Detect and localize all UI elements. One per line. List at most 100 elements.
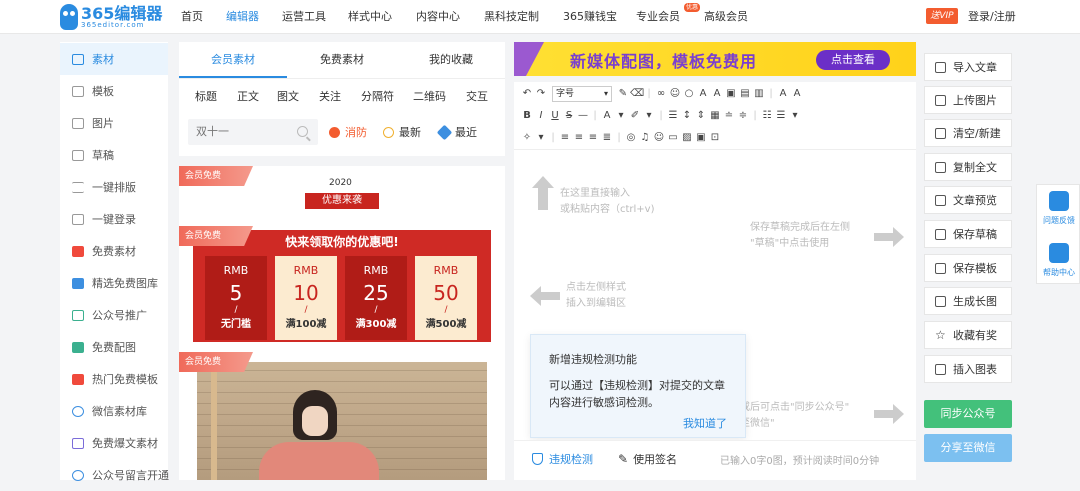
indent-icon[interactable]: ☰ [666, 106, 680, 126]
sidebar-item-article[interactable]: 免费爆文素材 [60, 427, 168, 459]
font-color-icon[interactable]: A [600, 106, 614, 126]
search-icon[interactable] [297, 126, 308, 137]
sidebar-item-format[interactable]: 一键排版 [60, 171, 168, 203]
filter-fire[interactable]: 消防 [329, 124, 367, 140]
underline-icon[interactable]: U [548, 106, 562, 126]
font-size-select[interactable]: 字号 ▾ [552, 86, 612, 102]
paragraph-after-icon[interactable]: ≑ [736, 106, 750, 126]
paragraph-before-icon[interactable]: ≐ [722, 106, 736, 126]
help-label[interactable]: 帮助中心 [1037, 267, 1080, 278]
sidebar-item-promote[interactable]: 公众号推广 [60, 299, 168, 331]
align-left-icon[interactable]: ≡ [558, 128, 572, 148]
nav-editor[interactable]: 编辑器 [226, 0, 259, 34]
tab-favorites[interactable]: 我的收藏 [397, 42, 505, 78]
clear-new-button[interactable]: 清空/新建 [924, 119, 1012, 147]
sidebar-item-login[interactable]: 一键登录 [60, 203, 168, 235]
target-icon[interactable]: ◎ [624, 128, 638, 148]
category-body[interactable]: 正文 [237, 88, 259, 104]
favorite-reward-button[interactable]: ☆ 收藏有奖 [924, 321, 1012, 349]
sync-wechat-button[interactable]: 同步公众号 [924, 400, 1012, 428]
ordered-list-icon[interactable]: ☷ [760, 106, 774, 126]
nav-custom[interactable]: 黑科技定制 [484, 0, 539, 34]
banner-button[interactable]: 点击查看 [816, 50, 890, 70]
magic-icon[interactable]: ✧ [520, 128, 534, 148]
nav-style-center[interactable]: 样式中心 [348, 0, 392, 34]
dropdown-icon[interactable]: ▾ [614, 106, 628, 126]
paste-icon[interactable]: ▤ [738, 84, 752, 104]
long-image-button[interactable]: 生成长图 [924, 287, 1012, 315]
line-height-icon[interactable]: ⇕ [694, 106, 708, 126]
share-wechat-button[interactable]: 分享至微信 [924, 434, 1012, 462]
sidebar-item-wechat-library[interactable]: 微信素材库 [60, 395, 168, 427]
redo-icon[interactable]: ↷ [534, 84, 548, 104]
got-it-button[interactable]: 我知道了 [683, 415, 727, 431]
align-justify-icon[interactable]: ≣ [600, 128, 614, 148]
strikethrough-icon[interactable]: S [562, 106, 576, 126]
help-icon[interactable] [1049, 243, 1069, 263]
preview-button[interactable]: 文章预览 [924, 186, 1012, 214]
copy-format-icon[interactable]: ▣ [724, 84, 738, 104]
promo-banner[interactable]: 新媒体配图，模板免费用 点击查看 [514, 42, 916, 76]
music-icon[interactable]: ♫ [638, 128, 652, 148]
nav-tools[interactable]: 运营工具 [282, 0, 326, 34]
font-increase-icon[interactable]: A [696, 84, 710, 104]
category-image-text[interactable]: 图文 [277, 88, 299, 104]
italic-icon[interactable]: I [534, 106, 548, 126]
align-right-icon[interactable]: ≡ [586, 128, 600, 148]
tab-free-material[interactable]: 免费素材 [288, 42, 396, 78]
login-link[interactable]: 登录/注册 [968, 0, 1016, 34]
logo[interactable]: 365编辑器 365editor.com [60, 2, 162, 32]
category-interaction[interactable]: 交互 [466, 88, 488, 104]
material-card-2[interactable]: 会员免费 快来领取你的优惠吧! RMB 5 / 无门槛 RMB 10 / 满10… [179, 224, 505, 350]
dropdown-icon[interactable]: ▾ [642, 106, 656, 126]
feedback-icon[interactable] [1049, 191, 1069, 211]
tab-member-material[interactable]: 会员素材 [179, 42, 287, 78]
category-title[interactable]: 标题 [195, 88, 217, 104]
emoji-icon[interactable]: ☺ [668, 84, 682, 104]
material-card-1[interactable]: 会员免费 2020 优惠来袭 [179, 166, 505, 216]
upload-image-button[interactable]: 上传图片 [924, 86, 1012, 114]
sidebar-item-material[interactable]: 素材 [60, 43, 168, 75]
clear-format-icon[interactable]: A [776, 84, 790, 104]
unordered-list-icon[interactable]: ☰ [774, 106, 788, 126]
filter-newest[interactable]: 最新 [383, 124, 421, 140]
material-search[interactable] [188, 119, 318, 145]
signature-button[interactable]: ✎ 使用签名 [618, 451, 677, 467]
feedback-label[interactable]: 问题反馈 [1037, 215, 1080, 226]
image-icon[interactable]: ▨ [680, 128, 694, 148]
background-color-icon[interactable]: ✐ [628, 106, 642, 126]
more-icon[interactable]: ▾ [788, 106, 802, 126]
nav-senior-member[interactable]: 高级会员 [704, 0, 748, 34]
save-template-button[interactable]: 保存模板 [924, 254, 1012, 282]
text-style-icon[interactable]: A [790, 84, 804, 104]
save-draft-button[interactable]: 保存草稿 [924, 220, 1012, 248]
letter-spacing-icon[interactable]: ↕ [680, 106, 694, 126]
sidebar-item-hot-template[interactable]: 热门免费模板 [60, 363, 168, 395]
sidebar-item-free-picture[interactable]: 免费配图 [60, 331, 168, 363]
vip-badge[interactable]: 送VIP [926, 8, 958, 24]
link-icon[interactable]: ∞ [654, 84, 668, 104]
brush-icon[interactable]: ✎ [616, 84, 630, 104]
search-input[interactable] [196, 125, 286, 138]
category-divider[interactable]: 分隔符 [361, 88, 394, 104]
insert-chart-button[interactable]: 插入图表 [924, 355, 1012, 383]
nav-content-center[interactable]: 内容中心 [416, 0, 460, 34]
code-icon[interactable]: ▣ [694, 128, 708, 148]
sidebar-item-template[interactable]: 模板 [60, 75, 168, 107]
sidebar-item-draft[interactable]: 草稿 [60, 139, 168, 171]
sidebar-item-image[interactable]: 图片 [60, 107, 168, 139]
sidebar-item-free-material[interactable]: 免费素材 [60, 235, 168, 267]
dropdown-icon[interactable]: ▾ [534, 128, 548, 148]
bold-icon[interactable]: B [520, 106, 534, 126]
template-icon[interactable]: ⊡ [708, 128, 722, 148]
layout-icon[interactable]: ▥ [752, 84, 766, 104]
copy-all-button[interactable]: 复制全文 [924, 153, 1012, 181]
eraser-icon[interactable]: ⌫ [630, 84, 644, 104]
sidebar-item-gallery[interactable]: 精选免费图库 [60, 267, 168, 299]
table-icon[interactable]: ▦ [708, 106, 722, 126]
category-qrcode[interactable]: 二维码 [413, 88, 446, 104]
nav-pro-member[interactable]: 专业会员 [636, 0, 680, 34]
import-article-button[interactable]: 导入文章 [924, 53, 1012, 81]
filter-recent[interactable]: 最近 [436, 124, 477, 140]
undo-icon[interactable]: ↶ [520, 84, 534, 104]
